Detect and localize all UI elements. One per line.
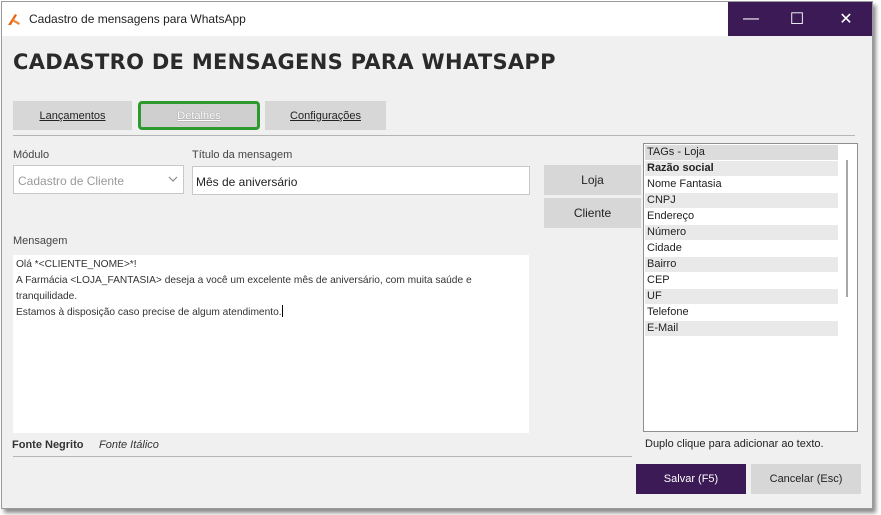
module-value: Cadastro de Cliente xyxy=(18,174,125,188)
maximize-button[interactable]: ☐ xyxy=(774,2,820,36)
tags-cliente-button[interactable]: Cliente xyxy=(544,198,641,228)
tag-item[interactable]: Nome Fantasia xyxy=(645,177,838,192)
tags-list-header: TAGs - Loja xyxy=(645,145,838,160)
page-title: CADASTRO DE MENSAGENS PARA WHATSAPP xyxy=(13,50,556,74)
message-label: Mensagem xyxy=(13,235,68,247)
close-button[interactable]: ✕ xyxy=(820,2,872,36)
message-title-input[interactable]: Mês de aniversário xyxy=(192,166,530,195)
window-title: Cadastro de mensagens para WhatsApp xyxy=(29,12,246,26)
tab-configuracoes[interactable]: Configurações xyxy=(265,101,386,130)
message-line-text: Estamos à disposição caso precise de alg… xyxy=(16,307,282,318)
tag-item[interactable]: Endereço xyxy=(645,209,838,224)
message-textarea[interactable]: Olá *<CLIENTE_NOME>*! A Farmácia <LOJA_F… xyxy=(13,255,529,433)
tag-item[interactable]: Número xyxy=(645,225,838,240)
maximize-icon: ☐ xyxy=(789,11,805,28)
module-label: Módulo xyxy=(13,149,50,161)
tags-loja-button[interactable]: Loja xyxy=(544,165,641,195)
tags-list[interactable]: TAGs - Loja Razão social Nome Fantasia C… xyxy=(643,143,858,432)
close-icon: ✕ xyxy=(839,11,853,28)
tag-item[interactable]: CNPJ xyxy=(645,193,838,208)
message-line: Olá *<CLIENTE_NOME>*! xyxy=(16,259,137,270)
tab-lancamentos[interactable]: Lançamentos xyxy=(13,101,132,130)
tag-item[interactable]: Telefone xyxy=(645,305,838,320)
tags-scrollbar[interactable] xyxy=(839,145,856,430)
chevron-down-icon xyxy=(168,174,178,185)
tag-item[interactable]: Bairro xyxy=(645,257,838,272)
tag-item[interactable]: Cidade xyxy=(645,241,838,256)
save-button[interactable]: Salvar (F5) xyxy=(636,464,746,494)
app-window: Cadastro de mensagens para WhatsApp — ☐ … xyxy=(1,1,873,509)
tag-item[interactable]: E-Mail xyxy=(645,321,838,336)
message-line: A Farmácia <LOJA_FANTASIA> deseja a você… xyxy=(16,275,472,286)
divider xyxy=(13,135,855,136)
text-caret xyxy=(281,305,283,317)
minimize-button[interactable]: — xyxy=(728,2,774,36)
bold-font-button[interactable]: Fonte Negrito xyxy=(12,439,84,451)
app-logo-icon xyxy=(6,11,22,27)
scrollbar-thumb[interactable] xyxy=(846,160,848,297)
message-line-last: Estamos à disposição caso precise de alg… xyxy=(16,305,526,321)
message-title-label: Título da mensagem xyxy=(192,149,293,161)
tags-hint: Duplo clique para adicionar ao texto. xyxy=(645,438,824,450)
module-select[interactable]: Cadastro de Cliente xyxy=(13,165,184,194)
italic-font-button[interactable]: Fonte Itálico xyxy=(99,439,159,451)
footer-divider xyxy=(13,456,632,457)
tag-item[interactable]: CEP xyxy=(645,273,838,288)
minimize-icon: — xyxy=(743,10,759,27)
message-line: tranquilidade. xyxy=(16,291,78,302)
cancel-button[interactable]: Cancelar (Esc) xyxy=(751,464,861,494)
tab-detalhes[interactable]: Detalhes xyxy=(138,101,260,130)
tag-item[interactable]: Razão social xyxy=(645,161,838,176)
title-bar: Cadastro de mensagens para WhatsApp — ☐ … xyxy=(2,2,872,36)
tag-item[interactable]: UF xyxy=(645,289,838,304)
